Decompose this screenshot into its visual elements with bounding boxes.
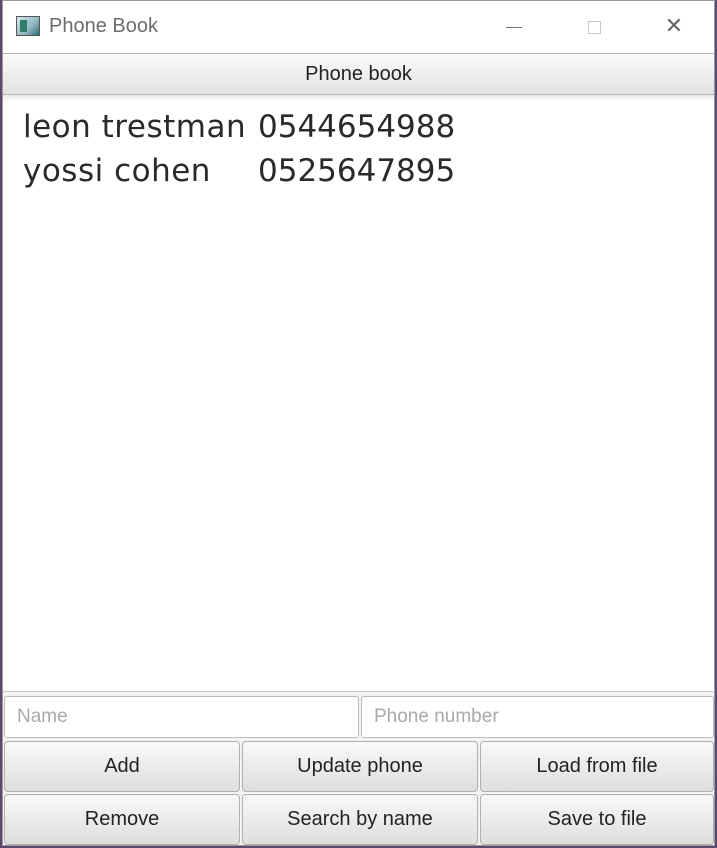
- load-from-file-button[interactable]: Load from file: [480, 741, 714, 792]
- maximize-icon: [587, 20, 601, 34]
- phone-number-input[interactable]: [361, 696, 714, 738]
- window-title: Phone Book: [49, 15, 158, 37]
- minimize-button[interactable]: [474, 1, 554, 53]
- title-bar[interactable]: Phone Book ✕: [3, 1, 714, 53]
- contact-phone: 0525647895: [258, 153, 456, 189]
- close-button[interactable]: ✕: [634, 1, 714, 53]
- app-window-icon: [16, 16, 40, 36]
- minimize-icon: [506, 26, 522, 28]
- close-icon: ✕: [664, 14, 684, 39]
- contact-name: leon trestman: [23, 109, 247, 145]
- contact-name: yossi cohen: [23, 153, 211, 189]
- list-header[interactable]: Phone book: [3, 53, 714, 95]
- remove-button[interactable]: Remove: [4, 794, 240, 845]
- contact-phone: 0544654988: [258, 109, 456, 145]
- search-by-name-button[interactable]: Search by name: [242, 794, 478, 845]
- add-button[interactable]: Add: [4, 741, 240, 792]
- maximize-button[interactable]: [554, 1, 634, 53]
- phone-book-window: Phone Book ✕ Phone book leon trestman 05…: [2, 0, 715, 846]
- save-to-file-button[interactable]: Save to file: [480, 794, 714, 845]
- name-input[interactable]: [4, 696, 359, 738]
- update-phone-button[interactable]: Update phone: [242, 741, 478, 792]
